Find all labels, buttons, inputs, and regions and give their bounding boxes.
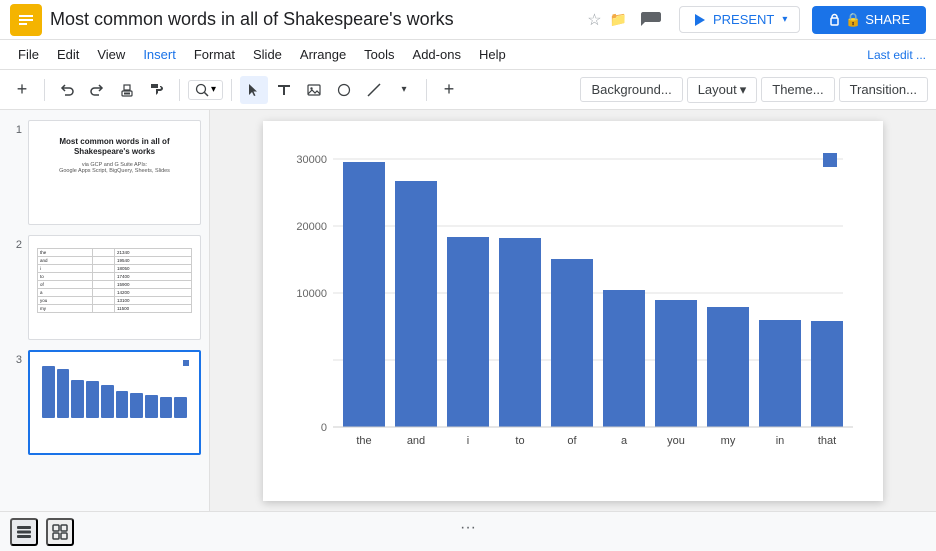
- list-view-button[interactable]: [10, 518, 38, 546]
- background-label: Background...: [591, 82, 671, 97]
- slide-canvas[interactable]: 30000 20000 10000 0: [263, 121, 883, 501]
- add-slide-button[interactable]: +: [8, 76, 36, 104]
- share-button[interactable]: 🔒 SHARE: [812, 6, 926, 34]
- print-button[interactable]: [113, 76, 141, 104]
- doc-title: Most common words in all of Shakespeare'…: [50, 9, 579, 30]
- slide-1-content: Most common words in all of Shakespeare'…: [29, 121, 200, 224]
- menu-slide[interactable]: Slide: [245, 43, 290, 66]
- title-icons: PRESENT ▾ 🔒 SHARE: [635, 4, 926, 36]
- layout-label: Layout: [698, 82, 737, 97]
- svg-text:of: of: [567, 435, 577, 447]
- svg-text:a: a: [621, 435, 628, 447]
- slide-thumb-3[interactable]: 3: [8, 350, 201, 455]
- zoom-control[interactable]: ▾: [188, 80, 223, 100]
- menu-bar: File Edit View Insert Format Slide Arran…: [0, 40, 936, 70]
- layout-chevron: ▾: [740, 82, 747, 98]
- slide-1-title: Most common words in all of Shakespeare'…: [37, 137, 192, 158]
- toolbar-separator-3: [231, 79, 232, 101]
- paint-format-button[interactable]: [143, 76, 171, 104]
- undo-button[interactable]: [53, 76, 81, 104]
- canvas-area[interactable]: 30000 20000 10000 0: [210, 110, 936, 511]
- slide-1-subtitle: via GCP and G Suite APIs:Google Apps Scr…: [37, 162, 192, 174]
- theme-label: Theme...: [772, 82, 823, 97]
- slide-preview-1[interactable]: Most common words in all of Shakespeare'…: [28, 120, 201, 225]
- toolbar-separator-1: [44, 79, 45, 101]
- zoom-chevron: ▾: [211, 84, 216, 95]
- svg-text:30000: 30000: [296, 154, 327, 166]
- cursor-tool-button[interactable]: [240, 76, 268, 104]
- app-icon: [10, 4, 42, 36]
- slide-preview-2[interactable]: the21340 and19540 i18050 to17400 of15900…: [28, 235, 201, 340]
- shape-tool-button[interactable]: [330, 76, 358, 104]
- slide-thumb-1[interactable]: 1 Most common words in all of Shakespear…: [8, 120, 201, 225]
- transition-label: Transition...: [850, 82, 917, 97]
- svg-text:i: i: [467, 435, 469, 447]
- svg-text:the: the: [356, 435, 371, 447]
- svg-text:and: and: [407, 435, 425, 447]
- line-tool-button[interactable]: [360, 76, 388, 104]
- bottom-dots[interactable]: ···: [460, 519, 476, 537]
- svg-text:my: my: [721, 435, 736, 447]
- folder-icon[interactable]: 📁: [610, 11, 627, 28]
- menu-help[interactable]: Help: [471, 43, 514, 66]
- chart-container: 30000 20000 10000 0: [283, 137, 863, 461]
- slide-3-mini-chart: [38, 360, 191, 420]
- chart-svg: 30000 20000 10000 0: [283, 137, 863, 461]
- toolbar-separator-4: [426, 79, 427, 101]
- more-tools-button[interactable]: ▾: [390, 76, 418, 104]
- toolbar-separator-2: [179, 79, 180, 101]
- star-icon[interactable]: ☆: [587, 10, 601, 30]
- text-tool-button[interactable]: [270, 76, 298, 104]
- slide-3-content: [30, 352, 199, 453]
- svg-text:to: to: [515, 435, 524, 447]
- transition-button[interactable]: Transition...: [839, 77, 928, 102]
- share-label: 🔒 SHARE: [845, 12, 910, 28]
- slide-2-table: the21340 and19540 i18050 to17400 of15900…: [37, 248, 192, 313]
- svg-text:that: that: [818, 435, 836, 447]
- menu-tools[interactable]: Tools: [356, 43, 402, 66]
- present-label: PRESENT: [713, 12, 774, 27]
- slide-number-2: 2: [8, 235, 22, 251]
- toolbar: +: [0, 70, 936, 110]
- main-content: 1 Most common words in all of Shakespear…: [0, 110, 936, 511]
- present-chevron: ▾: [782, 14, 787, 25]
- redo-button[interactable]: [83, 76, 111, 104]
- background-button[interactable]: Background...: [580, 77, 682, 102]
- slide-2-content: the21340 and19540 i18050 to17400 of15900…: [29, 236, 200, 339]
- toolbar-history-group: [53, 76, 171, 104]
- menu-format[interactable]: Format: [186, 43, 243, 66]
- comment-button[interactable]: [635, 4, 667, 36]
- menu-insert[interactable]: Insert: [135, 43, 184, 66]
- slide-panel: 1 Most common words in all of Shakespear…: [0, 110, 210, 511]
- slide-number-1: 1: [8, 120, 22, 136]
- toolbar-tools-group: ▾: [240, 76, 418, 104]
- bottom-nav: ···: [0, 511, 936, 551]
- svg-text:you: you: [667, 435, 685, 447]
- menu-arrange[interactable]: Arrange: [292, 43, 354, 66]
- present-button[interactable]: PRESENT ▾: [679, 6, 800, 33]
- menu-file[interactable]: File: [10, 43, 47, 66]
- title-bar: Most common words in all of Shakespeare'…: [0, 0, 936, 40]
- slide-preview-3[interactable]: [28, 350, 201, 455]
- add-comment-button[interactable]: +: [435, 76, 463, 104]
- svg-text:20000: 20000: [296, 221, 327, 233]
- theme-button[interactable]: Theme...: [761, 77, 834, 102]
- slide-number-3: 3: [8, 350, 22, 366]
- svg-text:in: in: [776, 435, 785, 447]
- svg-text:10000: 10000: [296, 288, 327, 300]
- svg-text:0: 0: [321, 422, 327, 434]
- menu-view[interactable]: View: [89, 43, 133, 66]
- slide-thumb-2[interactable]: 2 the21340 and19540 i18050 to17400 of159…: [8, 235, 201, 340]
- image-tool-button[interactable]: [300, 76, 328, 104]
- layout-button[interactable]: Layout ▾: [687, 77, 758, 103]
- last-edit[interactable]: Last edit ...: [867, 48, 926, 62]
- grid-view-button[interactable]: [46, 518, 74, 546]
- menu-edit[interactable]: Edit: [49, 43, 87, 66]
- menu-addons[interactable]: Add-ons: [405, 43, 469, 66]
